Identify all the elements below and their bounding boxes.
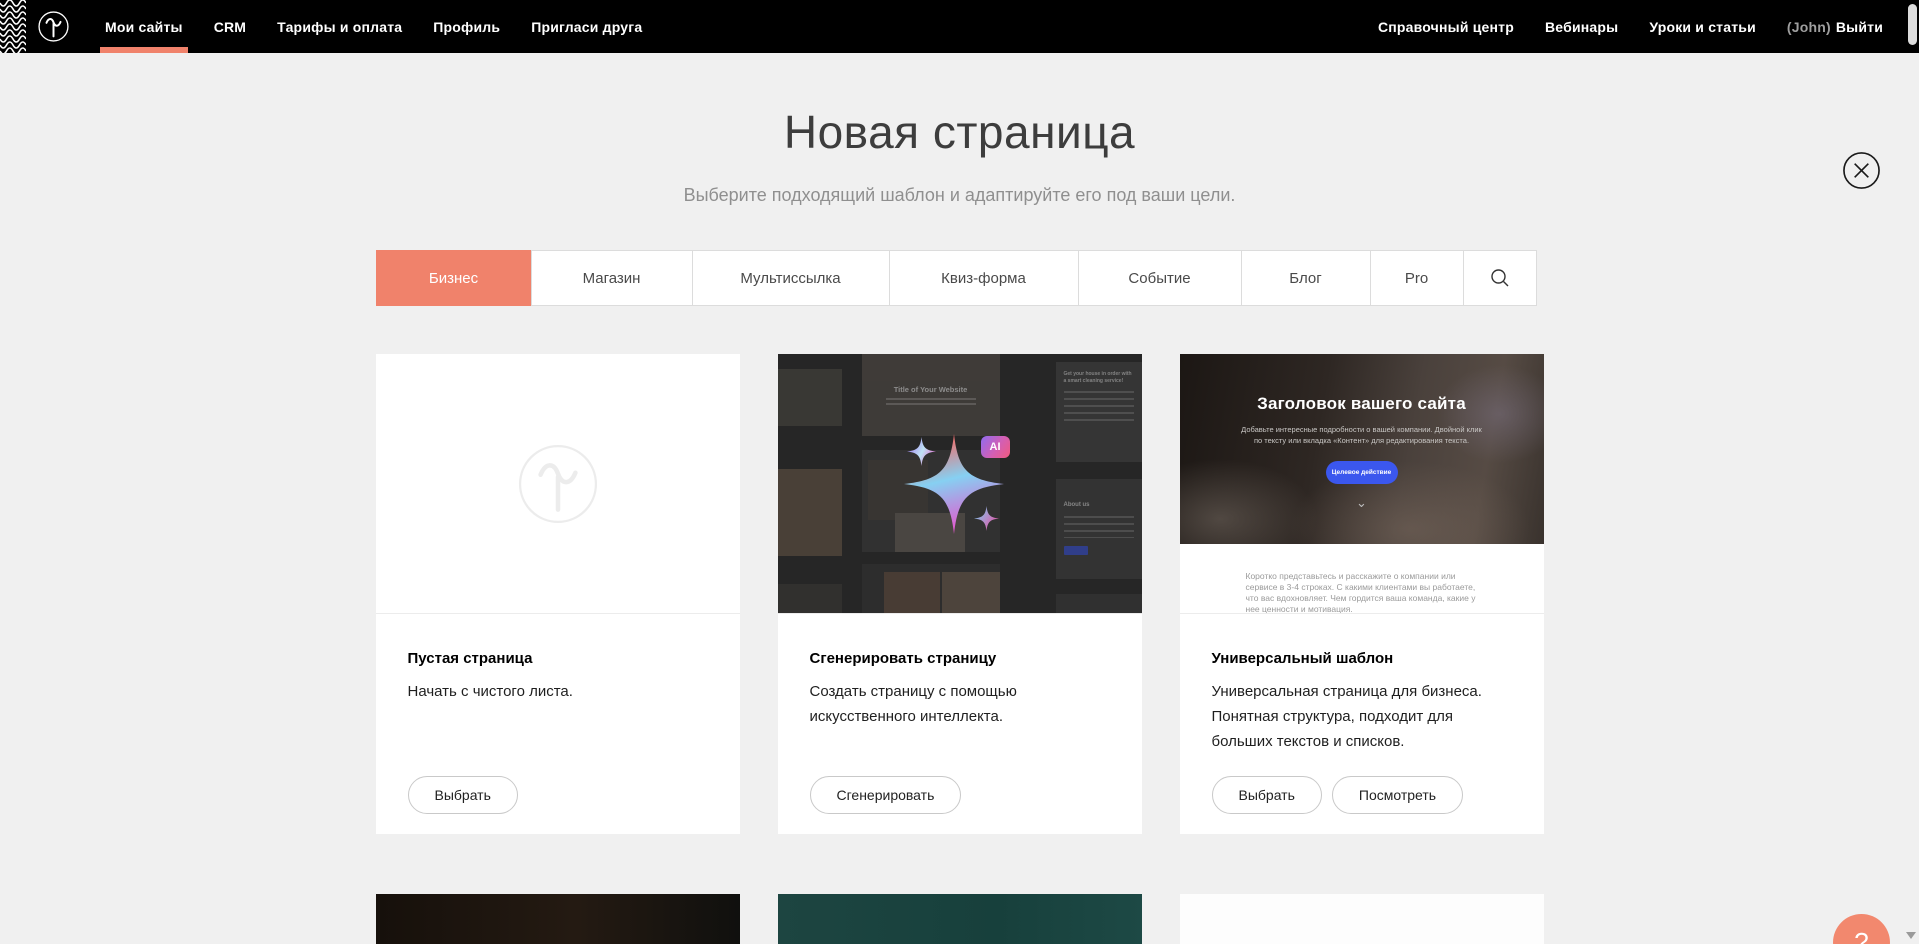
nav-item-pricing[interactable]: Тарифы и оплата [277,0,402,53]
nav-item-webinars[interactable]: Вебинары [1545,0,1618,53]
nav-item-profile[interactable]: Профиль [433,0,500,53]
primary-nav: Мои сайты CRM Тарифы и оплата Профиль Пр… [105,0,642,53]
template-body-text: Коротко представьтесь и расскажите о ком… [1246,571,1478,614]
collage-photo-block [778,469,842,556]
template-cta-button: Целевое действие [1326,461,1398,484]
tab-event[interactable]: Событие [1078,250,1242,306]
card-title: Сгенерировать страницу [810,650,1110,667]
collage-right-title: Get your house in order with a smart cle… [1064,371,1134,385]
template-body-section: Коротко представьтесь и расскажите о ком… [1180,544,1544,614]
question-icon: ? [1854,927,1868,944]
collage-photos-block [862,564,1000,614]
card-info: Пустая страница Начать с чистого листа. … [376,614,740,833]
collage-photo-block [778,584,842,614]
scrollbar-down-arrow[interactable] [1906,932,1916,939]
collage-about-title: About us [1064,502,1134,508]
card-info: Универсальный шаблон Универсальная стран… [1180,614,1544,833]
close-icon [1842,151,1881,190]
tilda-watermark-icon [517,443,599,525]
nav-item-invite-friend[interactable]: Пригласи друга [531,0,642,53]
zigzag-pattern-icon [0,0,26,53]
template-card-partial[interactable] [376,894,740,944]
ai-generate-preview[interactable]: Title of Your Website Get your house in … [778,354,1142,614]
logout-link[interactable]: Выйти [1836,19,1883,35]
universal-template-preview[interactable]: Заголовок вашего сайта Добавьте интересн… [1180,354,1544,614]
select-universal-button[interactable]: Выбрать [1212,776,1322,814]
template-hero-section: Заголовок вашего сайта Добавьте интересн… [1180,354,1544,544]
user-name: (John) [1787,19,1831,35]
top-navbar: Мои сайты CRM Тарифы и оплата Профиль Пр… [0,0,1919,53]
secondary-nav: Справочный центр Вебинары Уроки и статьи… [1378,0,1919,53]
chevron-down-icon: ⌄ [1180,498,1544,508]
nav-item-my-sites[interactable]: Мои сайты [105,0,183,53]
template-card-partial[interactable] [1180,894,1544,944]
nav-item-help-center[interactable]: Справочный центр [1378,0,1514,53]
scrollbar-thumb[interactable] [1908,4,1917,45]
tilda-logo-icon[interactable] [37,10,70,43]
template-card-blank: Пустая страница Начать с чистого листа. … [376,354,740,834]
tab-shop[interactable]: Магазин [531,250,693,306]
templates-grid: Пустая страница Начать с чистого листа. … [376,354,1544,944]
blank-page-preview[interactable] [376,354,740,614]
generate-button[interactable]: Сгенерировать [810,776,962,814]
tab-multilink[interactable]: Мультиссылка [692,250,890,306]
nav-item-crm[interactable]: CRM [214,0,246,53]
template-card-partial[interactable] [778,894,1142,944]
template-hero-title: Заголовок вашего сайта [1180,354,1544,414]
template-card-ai-generate: Title of Your Website Get your house in … [778,354,1142,834]
template-hero-subtitle: Добавьте интересные подробности о вашей … [1237,424,1487,447]
ai-sparkle-small-icon [907,437,936,466]
card-title: Универсальный шаблон [1212,650,1512,667]
collage-right-card: Get your house in order with a smart cle… [1056,362,1142,462]
search-icon [1490,268,1510,288]
collage-hero-block: Title of Your Website [862,354,1000,436]
select-blank-button[interactable]: Выбрать [408,776,518,814]
collage-about-card: About us [1056,479,1142,579]
collage-hero-title: Title of Your Website [894,385,968,394]
card-description: Создать страницу с помощью искусственног… [810,680,1110,730]
close-button[interactable] [1842,151,1881,190]
card-description: Универсальная страница для бизнеса. Поня… [1212,680,1512,754]
collage-photo-block [778,369,842,426]
ai-badge: AI [981,436,1010,458]
template-card-universal: Заголовок вашего сайта Добавьте интересн… [1180,354,1544,834]
new-page-modal: Новая страница Выберите подходящий шабло… [0,105,1919,944]
user-logout: (John) Выйти [1787,0,1883,53]
page-title: Новая страница [0,105,1919,159]
card-description: Начать с чистого листа. [408,680,708,705]
page-subtitle: Выберите подходящий шаблон и адаптируйте… [0,185,1919,206]
tab-business[interactable]: Бизнес [376,250,532,306]
ai-sparkle-small-icon [974,506,999,531]
preview-universal-button[interactable]: Посмотреть [1332,776,1463,814]
card-info: Сгенерировать страницу Создать страницу … [778,614,1142,833]
tab-quiz-form[interactable]: Квиз-форма [889,250,1079,306]
tab-blog[interactable]: Блог [1241,250,1371,306]
collage-mini-button [1064,546,1088,555]
tab-pro[interactable]: Pro [1370,250,1464,306]
card-title: Пустая страница [408,650,708,667]
template-category-tabs: Бизнес Магазин Мультиссылка Квиз-форма С… [376,250,1544,306]
help-button[interactable]: ? [1833,914,1890,944]
nav-item-lessons[interactable]: Уроки и статьи [1649,0,1756,53]
collage-text-lines [1064,391,1134,425]
tab-search[interactable] [1463,250,1537,306]
collage-text-lines [886,398,976,405]
collage-photo-block [1056,594,1142,614]
